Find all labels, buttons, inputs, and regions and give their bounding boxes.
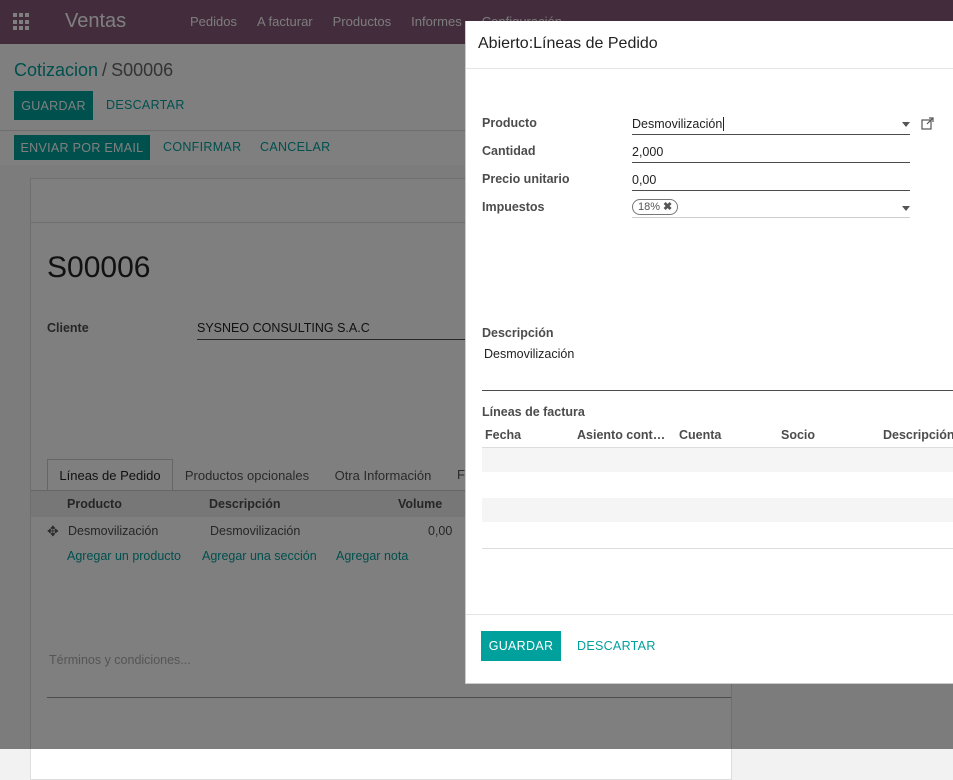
invoice-col-socio[interactable]: Socio: [781, 428, 815, 442]
description-textarea[interactable]: Desmovilización: [484, 347, 574, 361]
tax-tag-label: 18%: [638, 201, 661, 213]
invoice-row: [482, 448, 953, 472]
invoice-table-bottom: [482, 548, 953, 549]
tax-tag: 18% ✖: [632, 199, 679, 215]
description-underline: [482, 390, 953, 391]
dialog-discard-button[interactable]: DESCARTAR: [577, 639, 656, 653]
remove-tag-icon[interactable]: ✖: [663, 200, 672, 214]
tax-label: Impuestos: [482, 200, 545, 214]
dialog-footer-divider: [466, 614, 953, 615]
dialog-title: Abierto:Líneas de Pedido: [478, 35, 658, 52]
order-line-dialog: Abierto:Líneas de Pedido Producto Desmov…: [465, 21, 953, 684]
invoice-col-asiento[interactable]: Asiento cont…: [577, 428, 665, 442]
description-label: Descripción: [482, 326, 554, 340]
invoice-row: [482, 498, 953, 522]
dialog-header-divider: [466, 68, 953, 69]
quantity-underline: [632, 162, 910, 163]
product-underline: [632, 134, 910, 135]
invoice-col-cuenta[interactable]: Cuenta: [679, 428, 721, 442]
product-value: Desmovilización: [632, 117, 723, 131]
price-underline: [632, 190, 910, 191]
product-label: Producto: [482, 116, 537, 130]
dialog-save-button[interactable]: GUARDAR: [481, 631, 561, 661]
invoice-lines-label: Líneas de factura: [482, 405, 585, 419]
price-label: Precio unitario: [482, 172, 570, 186]
external-link-icon[interactable]: [921, 117, 934, 130]
tax-underline: [632, 217, 910, 218]
quantity-input[interactable]: 2,000: [632, 145, 663, 159]
product-dropdown-caret-icon[interactable]: [902, 122, 910, 127]
product-input[interactable]: Desmovilización: [632, 117, 725, 131]
quantity-label: Cantidad: [482, 144, 536, 158]
tax-dropdown-caret-icon[interactable]: [902, 206, 910, 211]
price-input[interactable]: 0,00: [632, 173, 656, 187]
invoice-col-fecha[interactable]: Fecha: [485, 428, 521, 442]
text-cursor: [723, 117, 725, 131]
invoice-col-descripcion[interactable]: Descripción: [883, 428, 953, 442]
